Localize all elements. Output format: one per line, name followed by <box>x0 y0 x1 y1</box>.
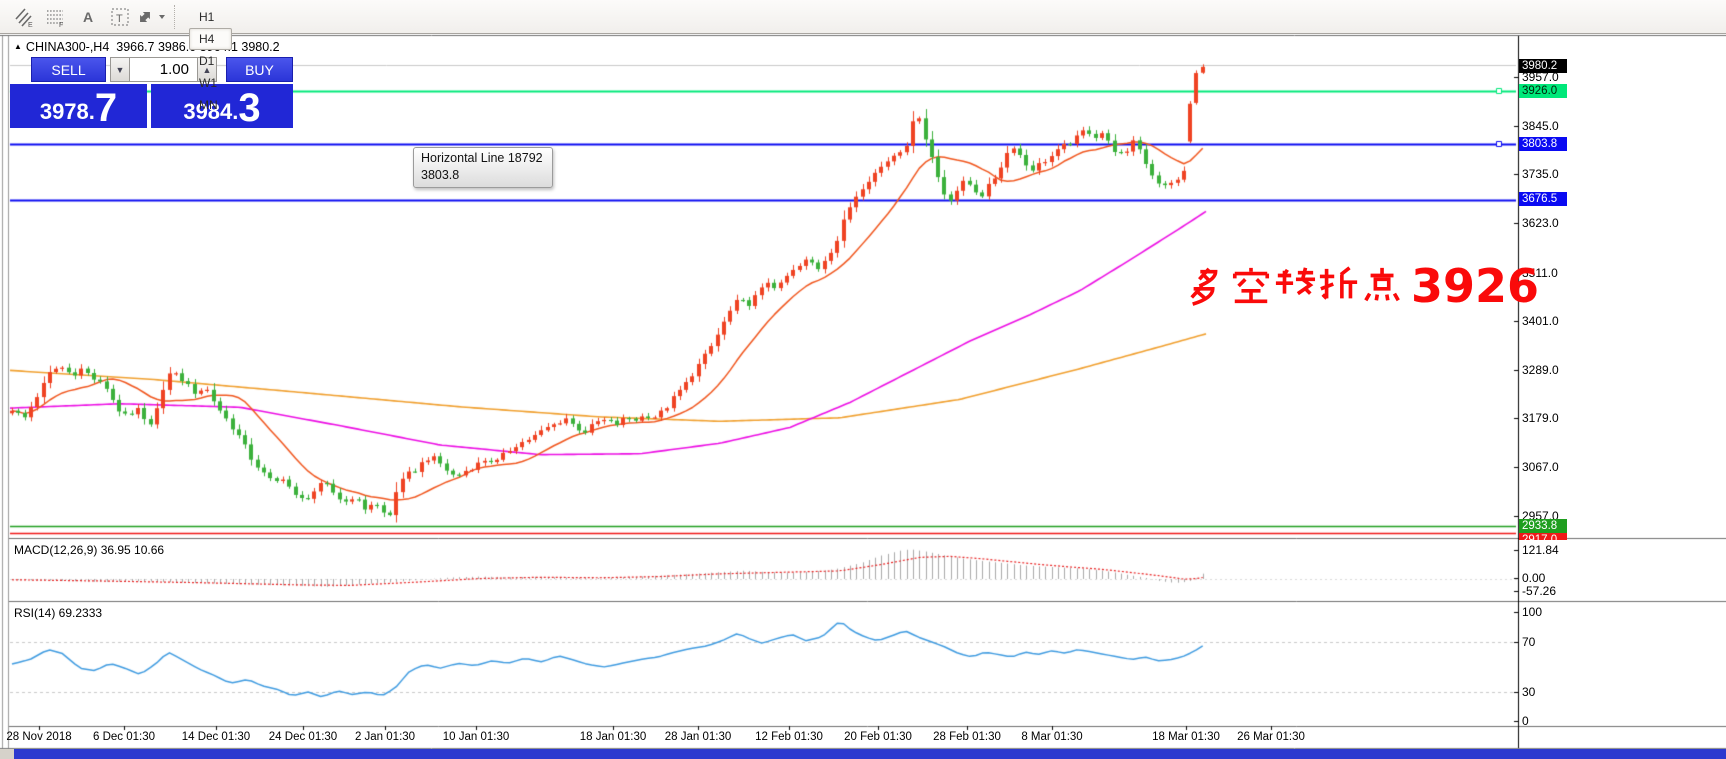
bottom-left-corner <box>0 749 14 759</box>
glyph-duo <box>1186 262 1228 310</box>
top-toolbar: E F A T M1M5M15M30H1H4D1W1MN <box>0 0 1726 34</box>
toolbar-separator <box>174 5 179 29</box>
fibonacci-grid-icon[interactable]: F <box>40 4 72 30</box>
tooltip-line-name: Horizontal Line 18792 <box>421 150 543 167</box>
tf-button-h4[interactable]: H4 <box>189 28 232 50</box>
collapse-arrow-icon[interactable]: ▲ <box>14 42 22 51</box>
rsi-indicator-label: RSI(14) 69.2333 <box>14 606 102 620</box>
sell-price-panel[interactable]: 3978.7 <box>10 84 147 128</box>
svg-text:T: T <box>116 13 123 25</box>
equidistant-channel-icon[interactable]: E <box>8 4 40 30</box>
tf-button-m30[interactable]: M30 <box>189 0 232 6</box>
sell-button[interactable]: SELL <box>31 57 106 82</box>
tf-button-mn[interactable]: MN <box>189 94 232 116</box>
buy-price-big-digit: 3 <box>238 92 260 125</box>
glyph-zhuan <box>1274 262 1316 310</box>
chart-title: ▲CHINA300-,H4 3966.7 3986.0 3964.1 3980.… <box>14 40 280 54</box>
glyph-kong <box>1230 262 1272 310</box>
bottom-window-strip <box>0 749 1726 759</box>
sell-price-main: 3978 <box>40 101 89 123</box>
timeframe-group: M1M5M15M30H1H4D1W1MN <box>187 0 234 116</box>
buy-button[interactable]: BUY <box>226 57 293 82</box>
chinese-annotation: 3926 <box>1186 262 1539 310</box>
text-label-icon[interactable]: T <box>104 4 136 30</box>
volume-decrease-button[interactable]: ▼ <box>110 57 130 82</box>
symbol-period: CHINA300-,H4 <box>26 40 109 54</box>
svg-text:E: E <box>28 22 33 28</box>
svg-text:F: F <box>59 22 63 28</box>
tf-button-w1[interactable]: W1 <box>189 72 232 94</box>
tooltip-line-price: 3803.8 <box>421 167 543 184</box>
annotation-number: 3926 <box>1411 263 1539 309</box>
glyph-zhe <box>1318 262 1360 310</box>
horizontal-line-tooltip: Horizontal Line 18792 3803.8 <box>413 147 553 188</box>
sell-price-big-digit: 7 <box>95 92 117 125</box>
arrow-style-icon[interactable] <box>136 4 168 30</box>
glyph-dian <box>1362 262 1404 310</box>
text-icon[interactable]: A <box>72 4 104 30</box>
macd-indicator-label: MACD(12,26,9) 36.95 10.66 <box>14 543 164 557</box>
tf-button-h1[interactable]: H1 <box>189 6 232 28</box>
tf-button-d1[interactable]: D1 <box>189 50 232 72</box>
